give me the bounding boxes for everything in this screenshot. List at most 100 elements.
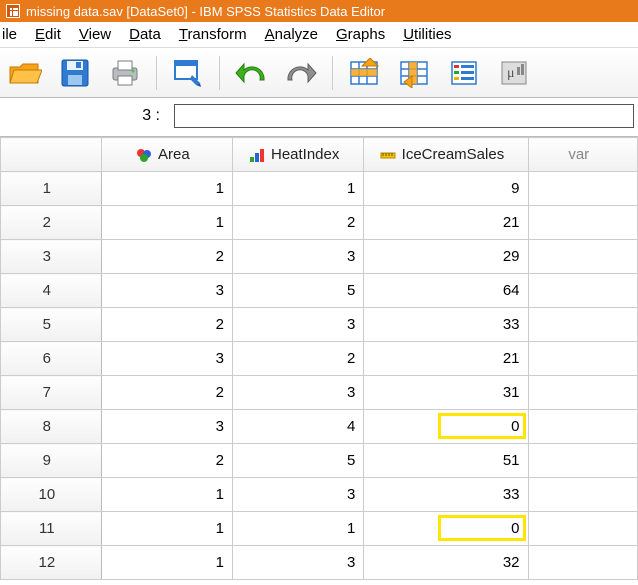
cell-area[interactable]: 2: [101, 376, 232, 410]
cell-empty-var[interactable]: [528, 342, 637, 376]
app-grid-icon: [6, 4, 20, 18]
highlight-box: [438, 515, 526, 541]
cell-heatindex[interactable]: 3: [233, 478, 364, 512]
cell-icecreamsales[interactable]: 21: [364, 206, 528, 240]
cell-icecreamsales[interactable]: 9: [364, 172, 528, 206]
cell-empty-var[interactable]: [528, 274, 637, 308]
row-header[interactable]: 9: [1, 444, 102, 478]
row-header[interactable]: 7: [1, 376, 102, 410]
cell-heatindex[interactable]: 1: [233, 172, 364, 206]
goto-variable-button[interactable]: [395, 54, 433, 92]
cell-area[interactable]: 3: [101, 342, 232, 376]
row-header[interactable]: 10: [1, 478, 102, 512]
cell-empty-var[interactable]: [528, 512, 637, 546]
cell-area[interactable]: 1: [101, 512, 232, 546]
cell-area[interactable]: 1: [101, 206, 232, 240]
cell-area[interactable]: 3: [101, 274, 232, 308]
window-title-text: missing data.sav [DataSet0] - IBM SPSS S…: [26, 4, 385, 19]
menu-file[interactable]: ile: [2, 26, 17, 43]
row-header[interactable]: 5: [1, 308, 102, 342]
cell-empty-var[interactable]: [528, 410, 637, 444]
cell-area[interactable]: 2: [101, 240, 232, 274]
cell-heatindex[interactable]: 2: [233, 342, 364, 376]
cell-heatindex[interactable]: 5: [233, 274, 364, 308]
menu-view[interactable]: View: [79, 26, 111, 43]
row-header[interactable]: 11: [1, 512, 102, 546]
cell-empty-var[interactable]: [528, 546, 637, 580]
cell-empty-var[interactable]: [528, 240, 637, 274]
column-header-icecream[interactable]: IceCreamSales: [364, 138, 528, 172]
row-header[interactable]: 12: [1, 546, 102, 580]
cell-empty-var[interactable]: [528, 478, 637, 512]
cell-icecreamsales[interactable]: 0: [364, 512, 528, 546]
recall-dialog-button[interactable]: [169, 54, 207, 92]
cell-empty-var[interactable]: [528, 172, 637, 206]
cell-icecreamsales[interactable]: 64: [364, 274, 528, 308]
undo-button[interactable]: [232, 54, 270, 92]
cell-icecreamsales[interactable]: 51: [364, 444, 528, 478]
row-header[interactable]: 6: [1, 342, 102, 376]
cell-empty-var[interactable]: [528, 308, 637, 342]
cell-heatindex[interactable]: 2: [233, 206, 364, 240]
cell-icecreamsales[interactable]: 21: [364, 342, 528, 376]
cell-icecreamsales[interactable]: 33: [364, 308, 528, 342]
row-header[interactable]: 4: [1, 274, 102, 308]
cell-heatindex[interactable]: 3: [233, 308, 364, 342]
goto-case-button[interactable]: [345, 54, 383, 92]
cell-info-bar: 3 :: [0, 98, 638, 136]
row-header[interactable]: 2: [1, 206, 102, 240]
menu-data-rest: ata: [140, 26, 161, 43]
cell-area[interactable]: 1: [101, 478, 232, 512]
column-label: HeatIndex: [271, 146, 339, 163]
menu-analyze[interactable]: Analyze: [265, 26, 318, 43]
row-header[interactable]: 3: [1, 240, 102, 274]
cell-heatindex[interactable]: 5: [233, 444, 364, 478]
cell-heatindex[interactable]: 1: [233, 512, 364, 546]
cell-icecreamsales[interactable]: 31: [364, 376, 528, 410]
cell-empty-var[interactable]: [528, 206, 637, 240]
cell-heatindex[interactable]: 3: [233, 376, 364, 410]
open-button[interactable]: [6, 54, 44, 92]
table-row: 121332: [1, 546, 638, 580]
cell-area[interactable]: 2: [101, 308, 232, 342]
menu-view-rest: iew: [89, 26, 112, 43]
cell-icecreamsales[interactable]: 29: [364, 240, 528, 274]
data-grid[interactable]: Area HeatIndex IceCreamSales va: [0, 136, 638, 580]
svg-text:μ: μ: [507, 66, 515, 81]
column-label: IceCreamSales: [402, 146, 505, 163]
run-desc-button[interactable]: μ: [495, 54, 533, 92]
cell-icecreamsales[interactable]: 33: [364, 478, 528, 512]
row-header[interactable]: 1: [1, 172, 102, 206]
column-header-area[interactable]: Area: [101, 138, 232, 172]
menu-utilities[interactable]: Utilities: [403, 26, 451, 43]
menu-data[interactable]: Data: [129, 26, 161, 43]
cell-area[interactable]: 3: [101, 410, 232, 444]
variables-button[interactable]: [445, 54, 483, 92]
menu-transform[interactable]: Transform: [179, 26, 247, 43]
cell-value-input[interactable]: [174, 104, 634, 128]
column-header-heatindex[interactable]: HeatIndex: [233, 138, 364, 172]
cell-area[interactable]: 1: [101, 172, 232, 206]
cell-heatindex[interactable]: 3: [233, 546, 364, 580]
menu-edit[interactable]: Edit: [35, 26, 61, 43]
recall-dialog-icon: [172, 58, 204, 88]
toolbar: μ: [0, 48, 638, 98]
column-header-empty-var[interactable]: var: [528, 138, 637, 172]
menu-analyze-rest: nalyze: [275, 26, 318, 43]
corner-header[interactable]: [1, 138, 102, 172]
cell-heatindex[interactable]: 4: [233, 410, 364, 444]
cell-area[interactable]: 2: [101, 444, 232, 478]
menu-graphs[interactable]: Graphs: [336, 26, 385, 43]
cell-heatindex[interactable]: 3: [233, 240, 364, 274]
cell-icecreamsales[interactable]: 32: [364, 546, 528, 580]
cell-empty-var[interactable]: [528, 376, 637, 410]
print-button[interactable]: [106, 54, 144, 92]
cell-area[interactable]: 1: [101, 546, 232, 580]
cell-icecreamsales[interactable]: 0: [364, 410, 528, 444]
column-header-row: Area HeatIndex IceCreamSales va: [1, 138, 638, 172]
save-button[interactable]: [56, 54, 94, 92]
cell-empty-var[interactable]: [528, 444, 637, 478]
redo-button[interactable]: [282, 54, 320, 92]
table-row: 32329: [1, 240, 638, 274]
row-header[interactable]: 8: [1, 410, 102, 444]
